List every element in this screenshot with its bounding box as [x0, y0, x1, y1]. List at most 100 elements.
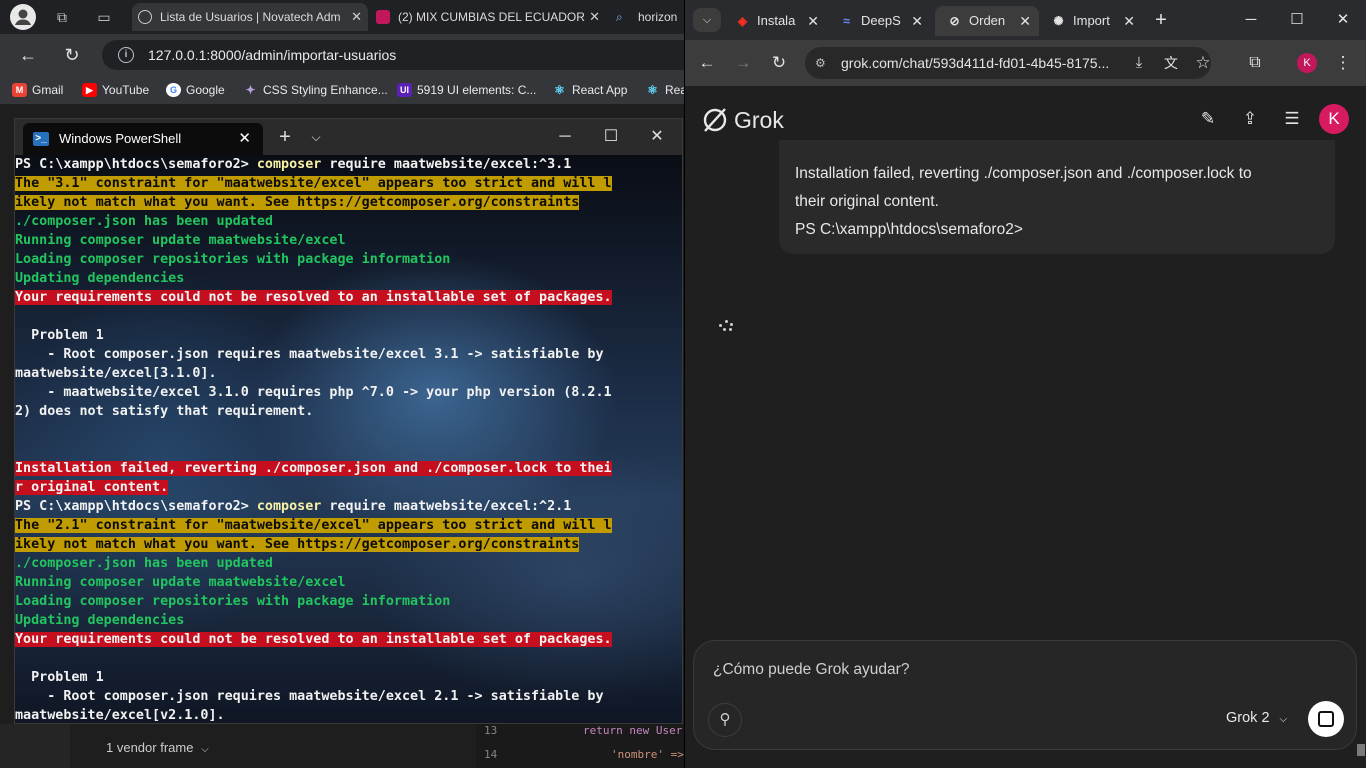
history-icon[interactable]: ☰ [1281, 108, 1303, 130]
bookmark-label: CSS Styling Enhance... [263, 83, 388, 97]
model-selector[interactable]: Grok 2 ⌵ [1226, 710, 1287, 726]
message-bubble: Installation failed, reverting ./compose… [779, 140, 1335, 254]
bookmark-label: 5919 UI elements: C... [417, 83, 537, 97]
tab-horizon[interactable]: ⌕ horizon [610, 3, 684, 31]
scrollbar[interactable] [1357, 744, 1365, 756]
tab-import[interactable]: ✺ Import ✕ [1039, 6, 1143, 36]
new-tab-icon[interactable]: + [267, 123, 303, 151]
back-icon[interactable]: ← [695, 51, 719, 75]
info-icon[interactable]: i [118, 47, 134, 63]
share-icon[interactable]: ⇪ [1239, 108, 1261, 130]
right-tab-strip: ⌵ ◈ Instala ✕ ≈ DeepS ✕ ⊘ Orden ✕ ✺ Impo… [685, 0, 1366, 40]
gmail-icon: M [12, 83, 27, 97]
minimize-icon[interactable]: ─ [1237, 8, 1265, 32]
close-tab-icon[interactable]: ✕ [238, 123, 251, 155]
terminal-text: Loading composer repositories with packa… [15, 252, 451, 267]
terminal-text: ./composer.json has been updated [15, 556, 273, 571]
new-chat-icon[interactable]: ✎ [1197, 108, 1219, 130]
attach-icon[interactable]: ⚲ [708, 703, 742, 737]
terminal-titlebar: >_ Windows PowerShell ✕ + ⌵ ─ ☐ ✕ [15, 119, 682, 155]
youtube-icon: ▶ [82, 83, 97, 97]
youtube-icon [376, 10, 390, 24]
terminal-output[interactable]: PS C:\xampp\htdocs\semaforo2> composer r… [15, 155, 682, 723]
extensions-icon[interactable]: ⧉ [1243, 51, 1267, 75]
tab-deepseek[interactable]: ≈ DeepS ✕ [827, 6, 931, 36]
terminal-line: - Root composer.json requires maatwebsit… [15, 345, 682, 364]
close-icon[interactable]: ✕ [351, 3, 362, 31]
vendor-frame-toggle[interactable]: 1 vendor frame ⌵ [106, 740, 209, 755]
terminal-text: 2) does not satisfy that requirement. [15, 404, 314, 419]
close-icon[interactable]: ✕ [1019, 6, 1031, 36]
bookmark-youtube[interactable]: ▶ YouTube [82, 80, 149, 100]
terminal-line: PS C:\xampp\htdocs\semaforo2> composer r… [15, 497, 682, 516]
site-settings-icon[interactable]: ⚙ [815, 55, 831, 71]
terminal-text: Running composer update maatwebsite/exce… [15, 575, 346, 590]
tab-lista-usuarios[interactable]: Lista de Usuarios | Novatech Adm ✕ [132, 3, 368, 31]
close-icon[interactable]: ✕ [589, 3, 600, 31]
bookmark-gmail[interactable]: M Gmail [12, 80, 63, 100]
terminal-text: r original content. [15, 480, 169, 495]
terminal-text: ikely not match what you want. See https… [15, 537, 580, 552]
terminal-line: The "2.1" constraint for "maatwebsite/ex… [15, 516, 682, 535]
reload-icon[interactable]: ↻ [767, 51, 791, 75]
terminal-text: PS C:\xampp\htdocs\semaforo2> [15, 499, 257, 514]
tab-label: Orden [969, 13, 1006, 28]
reload-icon[interactable]: ↻ [60, 43, 84, 67]
tab-orden-active[interactable]: ⊘ Orden ✕ [935, 6, 1039, 36]
bookmark-uiverse[interactable]: UI 5919 UI elements: C... [397, 80, 536, 100]
forward-icon[interactable]: → [731, 51, 755, 75]
tab-actions-icon[interactable]: ▭ [92, 5, 116, 29]
globe-icon [138, 10, 152, 24]
message-line: Installation failed, reverting ./compose… [795, 165, 1252, 182]
workspaces-icon[interactable]: ⧉ [50, 5, 74, 29]
address-text: 127.0.0.1:8000/admin/importar-usuarios [148, 47, 397, 63]
user-avatar[interactable]: K [1319, 104, 1349, 134]
bookmark-google[interactable]: G Google [166, 80, 225, 100]
terminal-line: Problem 1 [15, 668, 682, 687]
install-app-icon[interactable]: ⤓ [1127, 51, 1151, 75]
back-icon[interactable]: ← [16, 43, 40, 67]
close-window-icon[interactable]: ✕ [637, 123, 677, 151]
terminal-text: Running composer update maatwebsite/exce… [15, 233, 346, 248]
minimize-icon[interactable]: ─ [545, 123, 585, 151]
tab-search-icon[interactable]: ⌵ [693, 8, 721, 32]
chat-input-placeholder[interactable]: ¿Cómo puede Grok ayudar? [713, 661, 909, 679]
close-icon[interactable]: ✕ [911, 6, 923, 36]
tab-instala[interactable]: ◈ Instala ✕ [723, 6, 827, 36]
address-bar[interactable]: i 127.0.0.1:8000/admin/importar-usuarios [102, 40, 684, 70]
maximize-icon[interactable]: ☐ [591, 123, 631, 151]
terminal-tab[interactable]: >_ Windows PowerShell ✕ [23, 123, 263, 155]
close-window-icon[interactable]: ✕ [1329, 8, 1357, 32]
terminal-text: Loading composer repositories with packa… [15, 594, 451, 609]
more-menu-icon[interactable]: ⋮ [1331, 51, 1355, 75]
new-tab-icon[interactable]: + [1147, 8, 1175, 32]
terminal-text: Problem 1 [15, 328, 104, 343]
stop-button[interactable] [1308, 701, 1344, 737]
terminal-line: Loading composer repositories with packa… [15, 250, 682, 269]
stop-icon [1318, 711, 1334, 727]
maximize-icon[interactable]: ☐ [1283, 8, 1311, 32]
terminal-line: ./composer.json has been updated [15, 554, 682, 573]
terminal-text: Installation failed, reverting ./compose… [15, 461, 612, 476]
code-line: return new User [583, 724, 683, 737]
terminal-line: Problem 1 [15, 326, 682, 345]
terminal-line: ikely not match what you want. See https… [15, 193, 682, 212]
profile-avatar[interactable]: K [1297, 53, 1317, 73]
tab-mix-cumbias[interactable]: (2) MIX CUMBIAS DEL ECUADOR ✕ [370, 3, 606, 31]
line-number: 13 [484, 724, 498, 737]
bookmark-react-2[interactable]: ⚛ Rea [645, 80, 684, 100]
profile-icon[interactable] [10, 4, 36, 30]
close-icon[interactable]: ✕ [1123, 6, 1135, 36]
bookmark-react-app[interactable]: ⚛ React App [552, 80, 627, 100]
terminal-line: Updating dependencies [15, 611, 682, 630]
bookmark-css-styling[interactable]: ✦ CSS Styling Enhance... [243, 80, 388, 100]
close-icon[interactable]: ✕ [807, 6, 819, 36]
chevron-down-icon[interactable]: ⌵ [301, 123, 331, 151]
chat-input-box[interactable]: ¿Cómo puede Grok ayudar? ⚲ Grok 2 ⌵ [693, 640, 1357, 750]
terminal-text: require maatwebsite/excel:^2.1 [321, 499, 572, 514]
terminal-line: The "3.1" constraint for "maatwebsite/ex… [15, 174, 682, 193]
bookmark-star-icon[interactable]: ☆ [1191, 51, 1215, 75]
terminal-text: Problem 1 [15, 670, 104, 685]
right-browser-window: ⌵ ◈ Instala ✕ ≈ DeepS ✕ ⊘ Orden ✕ ✺ Impo… [684, 0, 1366, 768]
translate-icon[interactable]: 文 [1159, 51, 1183, 75]
